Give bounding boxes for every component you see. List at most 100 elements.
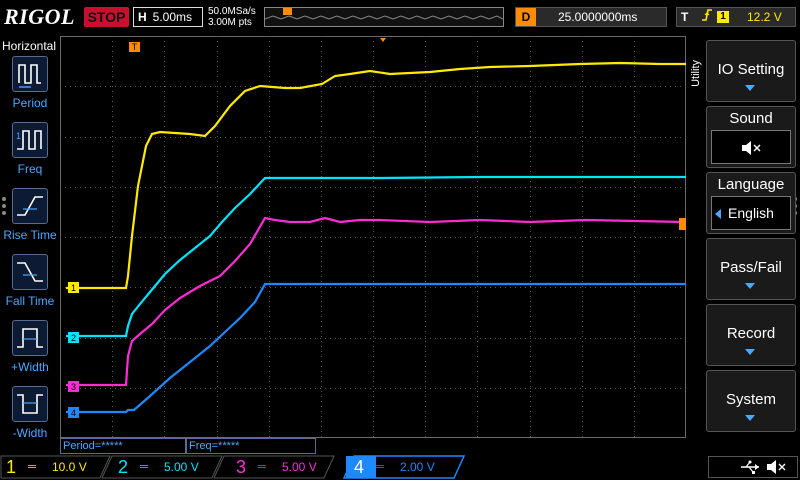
- ch3-status[interactable]: 3 ═ 5.00 V: [230, 456, 330, 478]
- language-select[interactable]: English: [711, 196, 791, 230]
- ch2-number: 2: [118, 457, 129, 477]
- horizontal-measure-panel: Horizontal Period 1 Freq Rise Time Fall …: [0, 36, 60, 454]
- ch3-coupling-icon: ═: [258, 461, 266, 473]
- trigger-box[interactable]: T 1 12.2 V: [676, 7, 796, 27]
- language-button[interactable]: Language English: [706, 172, 796, 234]
- fall-time-icon: [12, 254, 48, 290]
- io-setting-label: IO Setting: [717, 61, 785, 78]
- io-setting-button[interactable]: IO Setting: [706, 40, 796, 102]
- ch2-coupling-icon: ═: [140, 461, 148, 473]
- ch4-coupling-icon: ═: [376, 461, 384, 473]
- waveform-display[interactable]: 1 2 3 4 T: [60, 36, 686, 438]
- ch3-scale: 5.00 V: [282, 460, 317, 474]
- delay-label: D: [516, 8, 536, 26]
- memory-depth: 3.00M pts: [208, 17, 252, 28]
- ch2-marker[interactable]: 2: [68, 332, 79, 343]
- memory-trigger-marker: [283, 8, 292, 15]
- run-stop-indicator[interactable]: STOP: [84, 7, 129, 27]
- ch2-scale: 5.00 V: [164, 460, 199, 474]
- period-measurement: Period=*****: [60, 438, 186, 454]
- ch1-trace: [66, 61, 686, 290]
- measure-pos-width-label: +Width: [11, 360, 49, 374]
- ch4-marker[interactable]: 4: [68, 407, 79, 418]
- trigger-level-marker[interactable]: [679, 218, 686, 230]
- ch2-status[interactable]: 2 ═ 5.00 V: [112, 456, 212, 478]
- sound-button[interactable]: Sound: [706, 106, 796, 168]
- measure-neg-width-label: -Width: [12, 426, 48, 440]
- ch3-marker[interactable]: 3: [68, 381, 79, 392]
- neg-width-icon: [12, 386, 48, 422]
- system-button[interactable]: System: [706, 370, 796, 432]
- utility-menu: Utility IO Setting Sound Language Englis…: [686, 36, 800, 454]
- ch4-status[interactable]: 4 ═ 2.00 V: [348, 456, 458, 478]
- top-status-bar: RIGOL STOP H 5.00ms 50.0MSa/s 3.00M pts D…: [0, 0, 800, 36]
- period-icon: [12, 56, 48, 92]
- trigger-position-label: T: [132, 42, 138, 52]
- language-label: Language: [717, 176, 785, 193]
- record-button[interactable]: Record: [706, 304, 796, 366]
- timebase-label: H: [138, 10, 147, 24]
- measure-period-label: Period: [12, 96, 48, 110]
- graticule: [60, 36, 686, 438]
- timebase-box[interactable]: H 5.00ms: [133, 7, 203, 27]
- ch2-marker-label: 2: [71, 333, 76, 343]
- ch2-trace: [66, 175, 686, 338]
- sample-rate: 50.0MSa/s: [208, 6, 256, 17]
- measure-pos-width-button[interactable]: +Width: [0, 320, 60, 382]
- ch4-number: 4: [354, 457, 365, 477]
- brand-logo: RIGOL: [4, 4, 75, 29]
- acquisition-info: 50.0MSa/s 3.00M pts: [208, 6, 256, 28]
- measure-fall-time-label: Fall Time: [5, 294, 55, 308]
- ch1-marker-label: 1: [71, 283, 76, 293]
- measure-period-button[interactable]: Period: [0, 56, 60, 118]
- measure-freq-button[interactable]: 1 Freq: [0, 122, 60, 184]
- measure-freq-label: Freq: [17, 162, 43, 176]
- menu-title: Utility: [690, 60, 702, 87]
- chevron-down-icon: [745, 85, 755, 91]
- ch3-trace: [66, 216, 686, 387]
- ch4-marker-label: 4: [71, 408, 76, 418]
- timebase-value: 5.00ms: [152, 10, 193, 24]
- trigger-label: T: [681, 10, 689, 24]
- trigger-source-badge: 1: [717, 11, 729, 23]
- chevron-down-icon: [745, 283, 755, 289]
- ch3-marker-label: 3: [71, 382, 76, 392]
- pass-fail-label: Pass/Fail: [720, 259, 782, 276]
- speaker-mute-icon: [711, 130, 791, 164]
- rising-edge-icon: [701, 8, 713, 27]
- freq-measurement: Freq=*****: [186, 438, 316, 454]
- sound-label: Sound: [729, 110, 773, 127]
- pass-fail-button[interactable]: Pass/Fail: [706, 238, 796, 300]
- measure-rise-time-label: Rise Time: [3, 228, 57, 242]
- measure-neg-width-button[interactable]: -Width: [0, 386, 60, 448]
- ch3-number: 3: [236, 457, 247, 477]
- status-icons: [708, 456, 798, 478]
- chevron-down-icon: [745, 415, 755, 421]
- memory-waveform-preview: [264, 8, 504, 20]
- ch1-coupling-icon: ═: [28, 461, 36, 473]
- horizontal-center-marker: [380, 38, 386, 42]
- system-label: System: [725, 391, 776, 408]
- freq-icon: 1: [12, 122, 48, 158]
- delay-value: 25.0000000ms: [558, 10, 638, 24]
- ch1-marker[interactable]: 1: [68, 282, 79, 293]
- ch1-number: 1: [6, 457, 17, 477]
- measure-fall-time-button[interactable]: Fall Time: [0, 254, 60, 316]
- chevron-down-icon: [745, 349, 755, 355]
- ch1-scale: 10.0 V: [52, 460, 87, 474]
- channel-status-bar: 1 ═ 10.0 V 2 ═ 5.00 V 3 ═ 5.00 V 4 ═ 2.0…: [0, 454, 800, 480]
- trigger-position-marker[interactable]: T: [129, 42, 140, 52]
- svg-text:1: 1: [16, 131, 21, 141]
- rise-time-icon: [12, 188, 48, 224]
- waveform-canvas: 1 2 3 4 T: [60, 36, 686, 438]
- pos-width-icon: [12, 320, 48, 356]
- memory-overview-strip: [264, 7, 504, 27]
- delay-box[interactable]: D 25.0000000ms: [515, 7, 667, 27]
- ch4-trace: [66, 282, 686, 414]
- ch1-status[interactable]: 1 ═ 10.0 V: [0, 456, 100, 478]
- language-value: English: [728, 205, 774, 221]
- record-label: Record: [726, 325, 776, 342]
- trigger-level: 12.2 V: [747, 10, 782, 24]
- measure-rise-time-button[interactable]: Rise Time: [0, 188, 60, 250]
- chevron-left-icon: [715, 209, 721, 219]
